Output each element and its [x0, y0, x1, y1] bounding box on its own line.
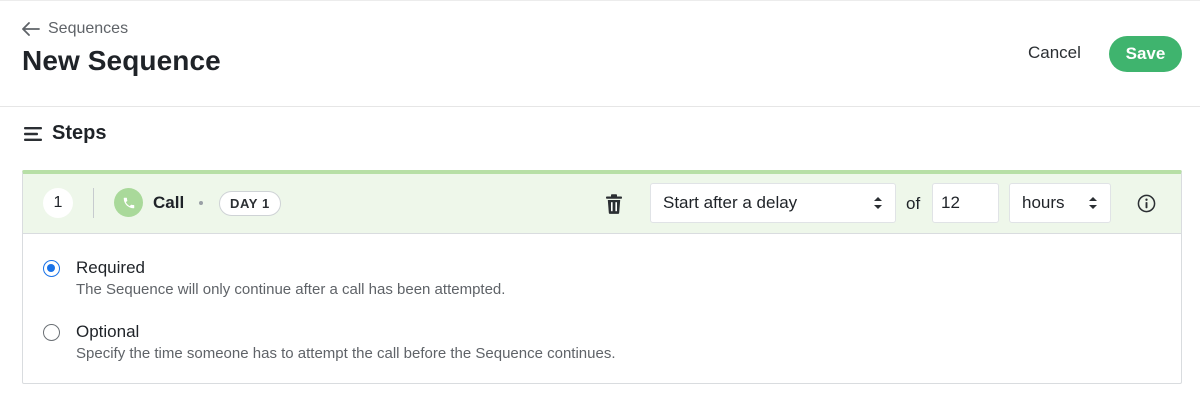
of-label: of: [906, 194, 921, 213]
step-card: 1 Call DAY 1 Start after a delay of hour…: [22, 170, 1182, 384]
required-radio[interactable]: [43, 260, 60, 277]
option-required[interactable]: Required The Sequence will only continue…: [43, 258, 505, 300]
timing-select-value: Start after a delay: [663, 193, 798, 212]
optional-radio[interactable]: [43, 324, 60, 341]
step-number: 1: [43, 188, 73, 218]
info-icon[interactable]: [1137, 194, 1156, 213]
select-arrows-icon: [1089, 197, 1097, 209]
separator-dot: [199, 201, 203, 205]
phone-icon: [123, 197, 134, 208]
back-link-label: Sequences: [48, 20, 129, 37]
steps-title: Steps: [52, 122, 107, 144]
call-type-badge: [114, 188, 143, 217]
step-type-label: Call: [153, 193, 185, 212]
trash-icon[interactable]: [605, 194, 623, 214]
unit-select[interactable]: hours: [1009, 183, 1111, 223]
select-arrows-icon: [874, 197, 882, 209]
timing-select[interactable]: Start after a delay: [650, 183, 896, 223]
save-button[interactable]: Save: [1109, 36, 1182, 72]
option-description: The Sequence will only continue after a …: [76, 281, 506, 298]
list-icon: [24, 126, 42, 141]
page-header: Sequences New Sequence Cancel Save: [0, 0, 1200, 107]
unit-select-value: hours: [1022, 193, 1065, 212]
back-link[interactable]: Sequences: [22, 20, 128, 38]
steps-heading: Steps: [24, 122, 106, 145]
day-badge: DAY 1: [219, 191, 281, 216]
page-title: New Sequence: [22, 45, 221, 76]
arrow-left-icon: [22, 22, 40, 36]
cancel-button[interactable]: Cancel: [1028, 43, 1081, 63]
option-label: Optional: [76, 322, 140, 341]
option-label: Required: [76, 258, 145, 277]
option-description: Specify the time someone has to attempt …: [76, 345, 616, 362]
divider: [93, 188, 94, 218]
option-optional[interactable]: Optional Specify the time someone has to…: [43, 322, 616, 364]
delay-input[interactable]: [932, 183, 999, 223]
step-header: 1 Call DAY 1 Start after a delay of hour…: [23, 174, 1181, 234]
